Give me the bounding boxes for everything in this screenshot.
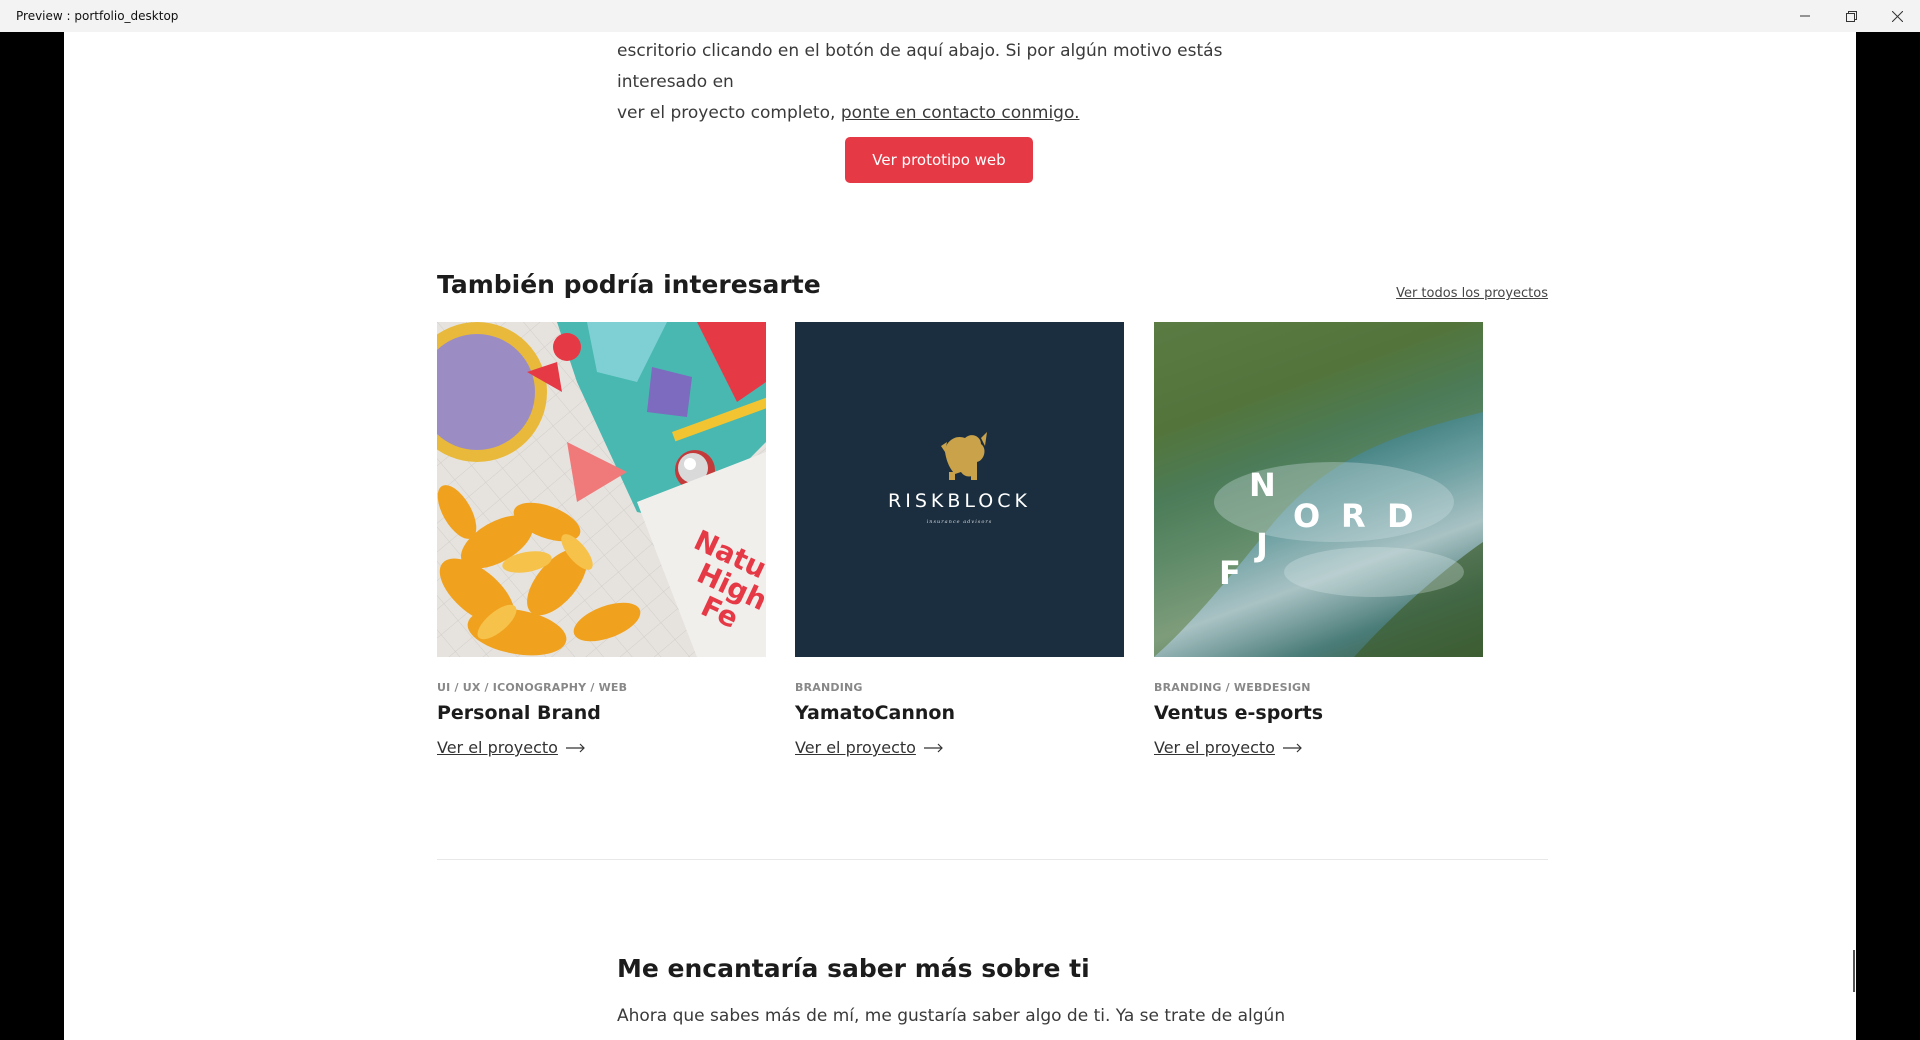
intro-text: escritorio clicando en el botón de aquí …: [617, 36, 1317, 129]
project-thumbnail[interactable]: RISKBLOCK insurance advisors: [795, 322, 1124, 657]
restore-button[interactable]: [1828, 0, 1874, 32]
view-prototype-button[interactable]: Ver prototipo web: [845, 137, 1033, 183]
restore-icon: [1845, 10, 1857, 22]
close-button[interactable]: [1874, 0, 1920, 32]
fjord-letter-d: D: [1387, 497, 1414, 535]
about-section-title: Me encantaría saber más sobre ti: [617, 954, 1090, 983]
title-bar: Preview : portfolio_desktop: [0, 0, 1920, 32]
fjord-landscape-image: [1154, 322, 1483, 657]
close-icon: [1891, 10, 1903, 22]
arrow-right-icon: [565, 743, 585, 752]
riskblock-logo-text: RISKBLOCK: [888, 490, 1031, 512]
about-section-text: Ahora que sabes más de mí, me gustaría s…: [617, 1006, 1286, 1040]
project-thumbnail[interactable]: Natu High Fe: [437, 322, 766, 657]
fjord-letter-r: R: [1341, 497, 1366, 535]
minimize-button[interactable]: [1782, 0, 1828, 32]
view-project-label: Ver el proyecto: [1154, 738, 1275, 757]
project-card-ventus-esports[interactable]: N O R D J F BRANDING / WEBDESIGN Ventus …: [1154, 322, 1483, 757]
project-thumbnail[interactable]: N O R D J F: [1154, 322, 1483, 657]
related-section-title: También podría interesarte: [437, 270, 821, 299]
view-project-label: Ver el proyecto: [795, 738, 916, 757]
project-card-personal-brand[interactable]: Natu High Fe UI / UX / ICONOGRAPHY / WEB…: [437, 322, 766, 757]
intro-line-2: ver el proyecto completo, ponte en conta…: [617, 98, 1317, 129]
minimize-icon: [1800, 15, 1810, 17]
scrollbar-thumb[interactable]: [1853, 950, 1855, 992]
view-all-projects-link[interactable]: Ver todos los proyectos: [1332, 286, 1548, 301]
abstract-3d-art-image: Natu High Fe: [437, 322, 766, 657]
fjord-letter-j: J: [1256, 526, 1268, 564]
arrow-right-icon: [1282, 743, 1302, 752]
window-controls: [1782, 0, 1920, 32]
project-title[interactable]: Ventus e-sports: [1154, 702, 1483, 724]
fjord-letter-f: F: [1219, 554, 1241, 592]
project-title[interactable]: YamatoCannon: [795, 702, 1124, 724]
preview-canvas: escritorio clicando en el botón de aquí …: [64, 32, 1856, 1040]
view-project-link[interactable]: Ver el proyecto: [437, 738, 766, 757]
fjord-letter-o: O: [1293, 497, 1321, 535]
project-category: BRANDING: [795, 681, 863, 694]
arrow-right-icon: [923, 743, 943, 752]
fjord-letter-n: N: [1249, 466, 1276, 504]
intro-line-2-prefix: ver el proyecto completo,: [617, 103, 841, 123]
intro-line-1: escritorio clicando en el botón de aquí …: [617, 41, 1223, 92]
project-title[interactable]: Personal Brand: [437, 702, 766, 724]
project-card-yamatocannon[interactable]: RISKBLOCK insurance advisors BRANDING Ya…: [795, 322, 1124, 757]
view-project-label: Ver el proyecto: [437, 738, 558, 757]
window-title: Preview : portfolio_desktop: [16, 9, 179, 23]
project-category: UI / UX / ICONOGRAPHY / WEB: [437, 681, 628, 694]
project-category: BRANDING / WEBDESIGN: [1154, 681, 1311, 694]
view-project-link[interactable]: Ver el proyecto: [795, 738, 1124, 757]
view-project-link[interactable]: Ver el proyecto: [1154, 738, 1483, 757]
contact-link[interactable]: ponte en contacto conmigo.: [841, 103, 1080, 123]
section-divider: [437, 859, 1548, 860]
riskblock-logo-subtitle: insurance advisors: [926, 519, 993, 525]
